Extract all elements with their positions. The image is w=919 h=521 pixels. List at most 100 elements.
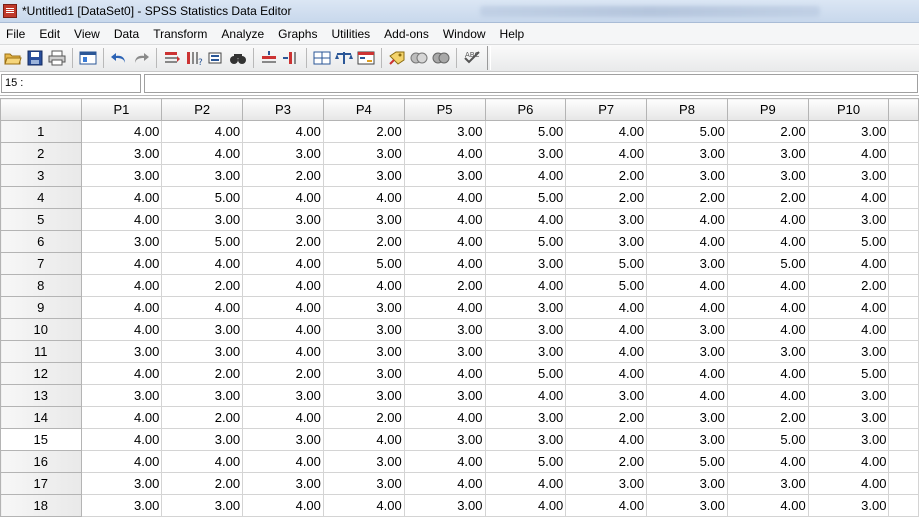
data-cell[interactable]: 4.00 bbox=[726, 208, 809, 231]
select-cases-icon[interactable] bbox=[355, 47, 377, 69]
data-cell[interactable]: 3.00 bbox=[646, 164, 728, 187]
data-cell[interactable]: 3.00 bbox=[161, 208, 244, 231]
data-cell[interactable]: 3.00 bbox=[484, 296, 567, 319]
data-cell[interactable]: 3.00 bbox=[161, 428, 244, 451]
data-cell[interactable]: 4.00 bbox=[80, 362, 163, 385]
data-cell[interactable]: 2.00 bbox=[322, 120, 405, 143]
data-cell[interactable]: 3.00 bbox=[322, 208, 405, 231]
goto-variable-icon[interactable]: ? bbox=[183, 47, 205, 69]
data-cell[interactable]: 4.00 bbox=[242, 186, 324, 209]
data-cell[interactable]: 4.00 bbox=[484, 164, 567, 187]
empty-cell[interactable] bbox=[888, 208, 919, 231]
data-cell[interactable]: 4.00 bbox=[646, 230, 728, 253]
data-cell[interactable]: 3.00 bbox=[484, 406, 567, 429]
data-cell[interactable]: 4.00 bbox=[80, 274, 163, 297]
data-cell[interactable]: 4.00 bbox=[242, 450, 324, 473]
data-cell[interactable]: 3.00 bbox=[726, 142, 809, 165]
data-cell[interactable]: 4.00 bbox=[403, 252, 486, 275]
row-header[interactable]: 1 bbox=[0, 120, 82, 143]
menu-window[interactable]: Window bbox=[437, 27, 494, 41]
data-cell[interactable]: 3.00 bbox=[646, 340, 728, 363]
data-cell[interactable]: 2.00 bbox=[242, 230, 324, 253]
data-cell[interactable]: 4.00 bbox=[484, 208, 567, 231]
data-cell[interactable]: 3.00 bbox=[646, 142, 728, 165]
data-cell[interactable]: 3.00 bbox=[807, 428, 890, 451]
data-cell[interactable]: 4.00 bbox=[484, 274, 567, 297]
insert-cases-icon[interactable] bbox=[258, 47, 280, 69]
data-cell[interactable]: 2.00 bbox=[726, 186, 809, 209]
empty-cell[interactable] bbox=[888, 450, 919, 473]
data-cell[interactable]: 3.00 bbox=[646, 428, 728, 451]
empty-cell[interactable] bbox=[888, 186, 919, 209]
data-cell[interactable]: 2.00 bbox=[161, 472, 244, 495]
data-cell[interactable]: 3.00 bbox=[807, 406, 890, 429]
empty-cell[interactable] bbox=[888, 472, 919, 495]
data-cell[interactable]: 3.00 bbox=[807, 340, 890, 363]
data-cell[interactable]: 2.00 bbox=[565, 186, 648, 209]
data-cell[interactable]: 3.00 bbox=[403, 318, 486, 341]
empty-cell[interactable] bbox=[888, 142, 919, 165]
data-cell[interactable]: 4.00 bbox=[80, 450, 163, 473]
data-cell[interactable]: 4.00 bbox=[565, 296, 648, 319]
data-cell[interactable]: 3.00 bbox=[80, 142, 163, 165]
data-cell[interactable]: 4.00 bbox=[807, 472, 890, 495]
data-cell[interactable]: 4.00 bbox=[484, 384, 567, 407]
value-labels-icon[interactable] bbox=[386, 47, 408, 69]
data-cell[interactable]: 2.00 bbox=[161, 362, 244, 385]
data-cell[interactable]: 4.00 bbox=[565, 428, 648, 451]
data-cell[interactable]: 4.00 bbox=[242, 252, 324, 275]
data-cell[interactable]: 2.00 bbox=[726, 120, 809, 143]
data-cell[interactable]: 3.00 bbox=[403, 120, 486, 143]
data-cell[interactable]: 4.00 bbox=[242, 340, 324, 363]
empty-cell[interactable] bbox=[888, 340, 919, 363]
data-cell[interactable]: 4.00 bbox=[242, 274, 324, 297]
data-cell[interactable]: 5.00 bbox=[807, 230, 890, 253]
data-cell[interactable]: 3.00 bbox=[807, 164, 890, 187]
data-cell[interactable]: 2.00 bbox=[403, 274, 486, 297]
data-cell[interactable]: 3.00 bbox=[726, 340, 809, 363]
row-header[interactable]: 9 bbox=[0, 296, 82, 319]
data-cell[interactable]: 4.00 bbox=[565, 318, 648, 341]
data-cell[interactable]: 4.00 bbox=[80, 318, 163, 341]
data-cell[interactable]: 3.00 bbox=[80, 340, 163, 363]
data-cell[interactable]: 3.00 bbox=[484, 340, 567, 363]
data-cell[interactable]: 5.00 bbox=[484, 120, 567, 143]
empty-cell[interactable] bbox=[888, 428, 919, 451]
goto-case-icon[interactable] bbox=[161, 47, 183, 69]
data-cell[interactable]: 5.00 bbox=[161, 230, 244, 253]
data-cell[interactable]: 4.00 bbox=[403, 186, 486, 209]
data-cell[interactable]: 5.00 bbox=[646, 120, 728, 143]
data-cell[interactable]: 4.00 bbox=[242, 494, 324, 517]
row-header[interactable]: 6 bbox=[0, 230, 82, 253]
data-cell[interactable]: 4.00 bbox=[646, 384, 728, 407]
data-cell[interactable]: 2.00 bbox=[726, 406, 809, 429]
data-cell[interactable]: 3.00 bbox=[403, 428, 486, 451]
data-cell[interactable]: 3.00 bbox=[80, 164, 163, 187]
data-cell[interactable]: 4.00 bbox=[403, 208, 486, 231]
data-cell[interactable]: 3.00 bbox=[807, 120, 890, 143]
row-header[interactable]: 4 bbox=[0, 186, 82, 209]
data-cell[interactable]: 5.00 bbox=[646, 450, 728, 473]
row-header[interactable]: 18 bbox=[0, 494, 82, 517]
data-cell[interactable]: 3.00 bbox=[322, 362, 405, 385]
data-cell[interactable]: 4.00 bbox=[726, 362, 809, 385]
empty-cell[interactable] bbox=[888, 230, 919, 253]
data-cell[interactable]: 4.00 bbox=[646, 208, 728, 231]
data-cell[interactable]: 5.00 bbox=[322, 252, 405, 275]
data-cell[interactable]: 4.00 bbox=[322, 494, 405, 517]
data-cell[interactable]: 3.00 bbox=[403, 494, 486, 517]
column-header-p9[interactable]: P9 bbox=[726, 98, 809, 121]
data-cell[interactable]: 4.00 bbox=[161, 450, 244, 473]
data-cell[interactable]: 4.00 bbox=[565, 120, 648, 143]
data-cell[interactable]: 4.00 bbox=[403, 230, 486, 253]
split-file-icon[interactable] bbox=[311, 47, 333, 69]
data-cell[interactable]: 3.00 bbox=[807, 494, 890, 517]
data-cell[interactable]: 5.00 bbox=[484, 362, 567, 385]
use-sets-icon[interactable] bbox=[408, 47, 430, 69]
data-cell[interactable]: 4.00 bbox=[403, 472, 486, 495]
data-cell[interactable]: 3.00 bbox=[161, 384, 244, 407]
data-cell[interactable]: 4.00 bbox=[80, 186, 163, 209]
data-cell[interactable]: 4.00 bbox=[403, 362, 486, 385]
data-cell[interactable]: 4.00 bbox=[80, 428, 163, 451]
data-cell[interactable]: 4.00 bbox=[80, 406, 163, 429]
